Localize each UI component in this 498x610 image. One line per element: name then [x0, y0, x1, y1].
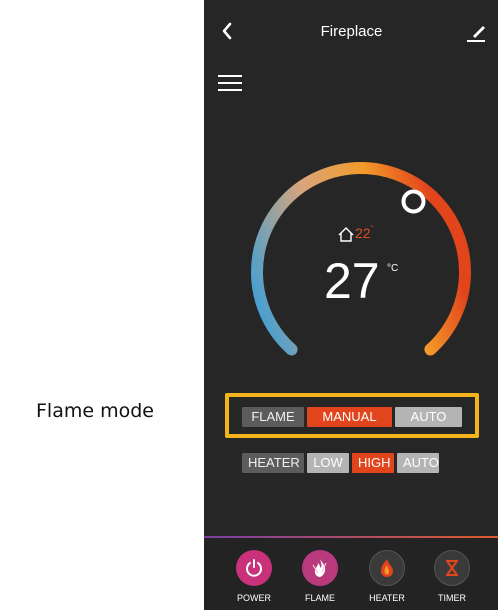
power-icon — [246, 559, 262, 577]
flame-auto-button[interactable]: AUTO — [395, 407, 462, 427]
set-temperature-unit: °C — [387, 263, 399, 274]
nav-power[interactable]: POWER — [226, 550, 282, 603]
pencil-icon — [467, 26, 485, 42]
nav-flame[interactable]: FLAME — [292, 550, 348, 603]
inside-temperature-unit: ° — [370, 225, 374, 232]
app-header: Fireplace — [204, 0, 498, 62]
page-title: Fireplace — [320, 23, 383, 40]
nav-flame-label: FLAME — [304, 593, 335, 603]
flame-icon — [312, 559, 327, 577]
flame-button[interactable] — [302, 550, 338, 586]
heater-high-button[interactable]: HIGH — [352, 453, 394, 473]
home-icon — [338, 227, 354, 242]
heater-button[interactable] — [369, 550, 405, 586]
menu-button[interactable] — [216, 72, 246, 94]
heater-auto-button[interactable]: AUTO — [397, 453, 439, 473]
flame-mode-caption: Flame mode — [36, 400, 154, 422]
bottom-nav: POWER FLAME HEATER TIMER — [204, 538, 498, 610]
edit-button[interactable] — [463, 18, 489, 44]
inside-temperature-value: 22 — [355, 225, 371, 241]
set-temperature: 27 — [324, 253, 380, 309]
heater-mode-row: HEATER LOW HIGH AUTO — [242, 453, 439, 473]
heater-label: HEATER — [242, 453, 304, 473]
nav-heater[interactable]: HEATER — [359, 550, 415, 603]
flame-manual-button[interactable]: MANUAL — [307, 407, 392, 427]
timer-button[interactable] — [434, 550, 470, 586]
nav-heater-label: HEATER — [369, 593, 405, 603]
hamburger-menu-icon — [218, 75, 242, 91]
hourglass-icon — [446, 560, 458, 576]
phone-screen: Fireplace 22° 27 °C FLAME MANUAL AUTO HE… — [204, 0, 498, 610]
flame-mode-row: FLAME MANUAL AUTO — [242, 407, 462, 427]
flame-label: FLAME — [242, 407, 304, 427]
inside-temperature: 22° — [355, 225, 373, 241]
power-button[interactable] — [236, 550, 272, 586]
nav-timer-label: TIMER — [438, 593, 466, 603]
heater-icon — [381, 559, 393, 577]
nav-timer[interactable]: TIMER — [424, 550, 480, 603]
heater-low-button[interactable]: LOW — [307, 453, 349, 473]
nav-power-label: POWER — [236, 593, 271, 603]
temperature-slider-knob[interactable] — [401, 189, 426, 214]
